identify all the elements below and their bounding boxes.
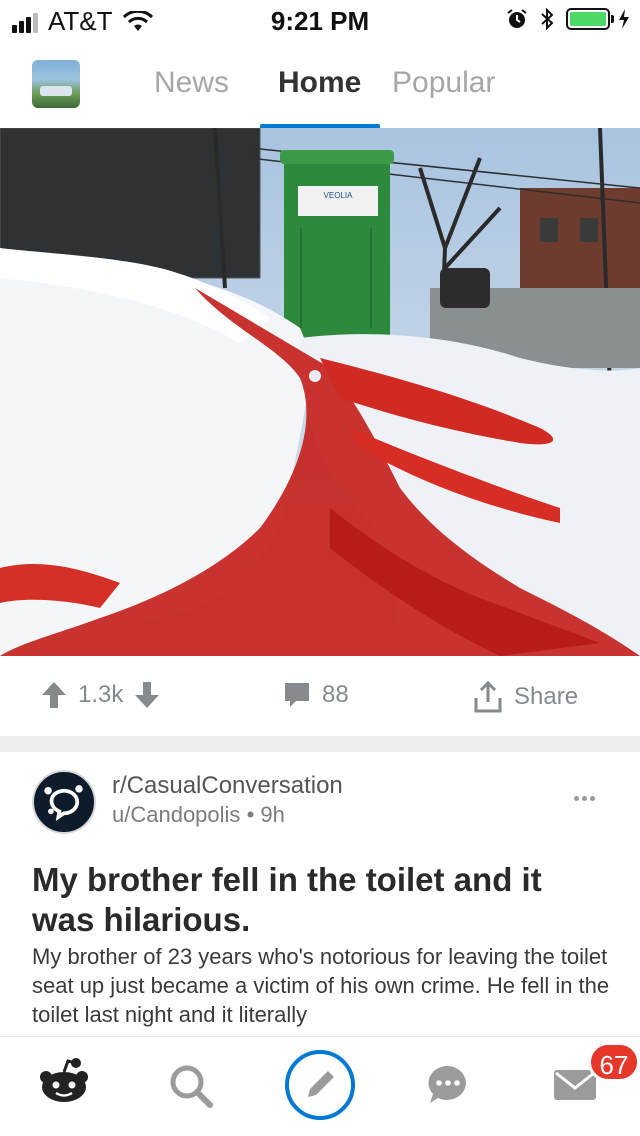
post-byline: u/Candopolis • 9h bbox=[112, 802, 285, 828]
upvote-arrow-icon[interactable] bbox=[40, 680, 68, 710]
create-post-icon[interactable] bbox=[284, 1049, 356, 1121]
share-label: Share bbox=[514, 683, 579, 710]
chat-icon[interactable] bbox=[426, 1063, 470, 1107]
post-body[interactable]: My brother of 23 years who's notorious f… bbox=[32, 942, 618, 1036]
bluetooth-icon bbox=[541, 8, 554, 30]
comment-count: 88 bbox=[322, 681, 349, 708]
downvote-arrow-icon[interactable] bbox=[133, 680, 161, 710]
charging-bolt-icon bbox=[619, 9, 629, 29]
post-title[interactable]: My brother fell in the toilet and it was… bbox=[32, 860, 612, 940]
search-icon[interactable] bbox=[168, 1063, 214, 1109]
more-options-icon[interactable] bbox=[574, 796, 598, 801]
post-image[interactable]: VEOLIA bbox=[0, 128, 640, 656]
status-bar: AT&T 9:21 PM bbox=[0, 0, 640, 40]
top-nav: News Home Popular bbox=[0, 40, 640, 130]
comment-bubble-icon bbox=[285, 683, 309, 707]
share-icon bbox=[474, 680, 502, 713]
alarm-icon bbox=[507, 9, 527, 28]
post-action-bar: 1.3k 88 Share bbox=[0, 656, 640, 736]
comments-button[interactable]: 88 bbox=[282, 680, 359, 710]
user-avatar[interactable] bbox=[32, 60, 80, 108]
toilet-sign-text: VEOLIA bbox=[324, 191, 354, 200]
bottom-tab-bar bbox=[0, 1036, 640, 1136]
subreddit-name[interactable]: r/CasualConversation bbox=[112, 772, 343, 800]
status-right bbox=[506, 8, 630, 30]
post-card-header: r/CasualConversation u/Candopolis • 9h bbox=[0, 752, 640, 852]
inbox-badge: 67 bbox=[588, 1042, 640, 1082]
post-age: 9h bbox=[260, 802, 285, 827]
byline-separator: • bbox=[246, 802, 255, 827]
battery-tip bbox=[611, 15, 614, 23]
vote-score: 1.3k bbox=[78, 681, 124, 708]
post-author[interactable]: u/Candopolis bbox=[112, 802, 240, 827]
red-snow-scene-image: VEOLIA bbox=[0, 128, 640, 656]
avatar-car-image bbox=[40, 86, 72, 96]
vote-controls: 1.3k bbox=[40, 680, 161, 710]
share-button[interactable]: Share bbox=[472, 680, 588, 714]
reddit-home-icon[interactable] bbox=[38, 1057, 90, 1105]
feed-divider bbox=[0, 736, 640, 752]
tab-popular[interactable]: Popular bbox=[392, 66, 495, 100]
subreddit-avatar[interactable] bbox=[32, 770, 96, 834]
battery-level bbox=[570, 12, 606, 26]
tab-news[interactable]: News bbox=[154, 66, 229, 100]
tab-home[interactable]: Home bbox=[278, 66, 361, 100]
battery-icon bbox=[566, 8, 610, 30]
